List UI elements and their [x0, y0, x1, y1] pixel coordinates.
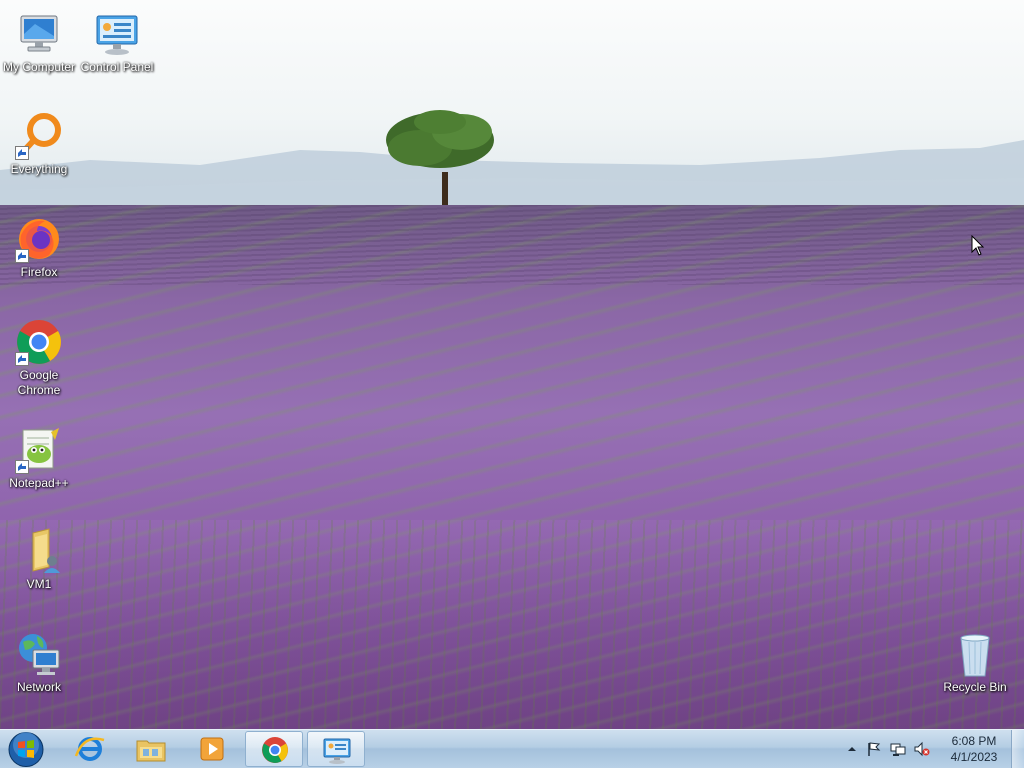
taskbar: 6:08 PM 4/1/2023 [0, 729, 1024, 768]
media-player-icon [200, 737, 224, 761]
desktop-icon-notepad-plus-plus[interactable]: Notepad++ [0, 426, 79, 491]
desktop-icon-label: Network [16, 680, 61, 694]
desktop-icon-firefox[interactable]: Firefox [0, 215, 79, 280]
control-panel-icon [93, 10, 141, 58]
desktop-icon-label: My Computer [2, 60, 76, 74]
chrome-icon [15, 318, 63, 366]
action-center-flag-icon[interactable] [866, 741, 882, 757]
desktop-icon-label: Google Chrome [17, 368, 61, 397]
chrome-icon [262, 737, 288, 763]
wallpaper-far-rows [0, 205, 1024, 285]
desktop-icon-vm1-folder[interactable]: VM1 [0, 527, 79, 592]
windows-start-orb-icon [8, 732, 44, 767]
everything-search-icon [15, 112, 63, 160]
start-button[interactable] [6, 731, 46, 768]
desktop-icon-label: Firefox [20, 265, 58, 279]
desktop-icon-label: Control Panel [80, 60, 154, 74]
desktop-icon-label: Recycle Bin [943, 680, 1007, 694]
firefox-icon [15, 215, 63, 263]
network-status-icon[interactable] [890, 741, 906, 757]
mouse-pointer-icon [971, 235, 985, 256]
folder-icon [136, 740, 166, 762]
taskbar-control-panel-button[interactable] [307, 731, 365, 767]
shortcut-arrow-icon [15, 249, 29, 263]
shortcut-arrow-icon [15, 146, 29, 160]
desktop-icon-control-panel[interactable]: Control Panel [77, 10, 157, 75]
wallpaper-foreground-flowers [0, 520, 1024, 729]
notepad-plus-plus-icon [15, 426, 63, 474]
my-computer-icon [15, 10, 63, 58]
clock-time: 6:08 PM [951, 734, 997, 748]
volume-muted-icon[interactable] [914, 741, 930, 757]
desktop-wallpaper [0, 0, 1024, 729]
desktop-icon-label: VM1 [26, 577, 52, 591]
taskbar-internet-explorer-button[interactable] [61, 731, 119, 767]
clock-date: 4/1/2023 [950, 750, 998, 764]
taskbar-file-explorer-button[interactable] [122, 731, 180, 767]
user-folder-icon [15, 527, 63, 575]
internet-explorer-icon [74, 737, 105, 761]
desktop-icon-google-chrome[interactable]: Google Chrome [0, 318, 79, 398]
shortcut-arrow-icon [15, 460, 29, 474]
shortcut-arrow-icon [15, 352, 29, 366]
desktop-icon-recycle-bin[interactable]: Recycle Bin [935, 630, 1015, 695]
taskbar-media-player-button[interactable] [183, 731, 241, 767]
show-hidden-icons-chevron-icon[interactable] [844, 741, 860, 757]
taskbar-chrome-button[interactable] [245, 731, 303, 767]
desktop-icon-everything[interactable]: Everything [0, 112, 79, 177]
desktop-icon-label: Notepad++ [9, 476, 69, 490]
show-desktop-button[interactable] [1011, 730, 1024, 768]
desktop-icon-network[interactable]: Network [0, 630, 79, 695]
network-globe-icon [15, 630, 63, 678]
desktop-icon-label: Everything [10, 162, 68, 176]
system-tray [840, 730, 940, 769]
recycle-bin-icon [951, 630, 999, 678]
taskbar-clock[interactable]: 6:08 PM 4/1/2023 [934, 733, 1014, 765]
control-panel-icon [323, 738, 351, 764]
desktop-icon-my-computer[interactable]: My Computer [0, 10, 79, 75]
